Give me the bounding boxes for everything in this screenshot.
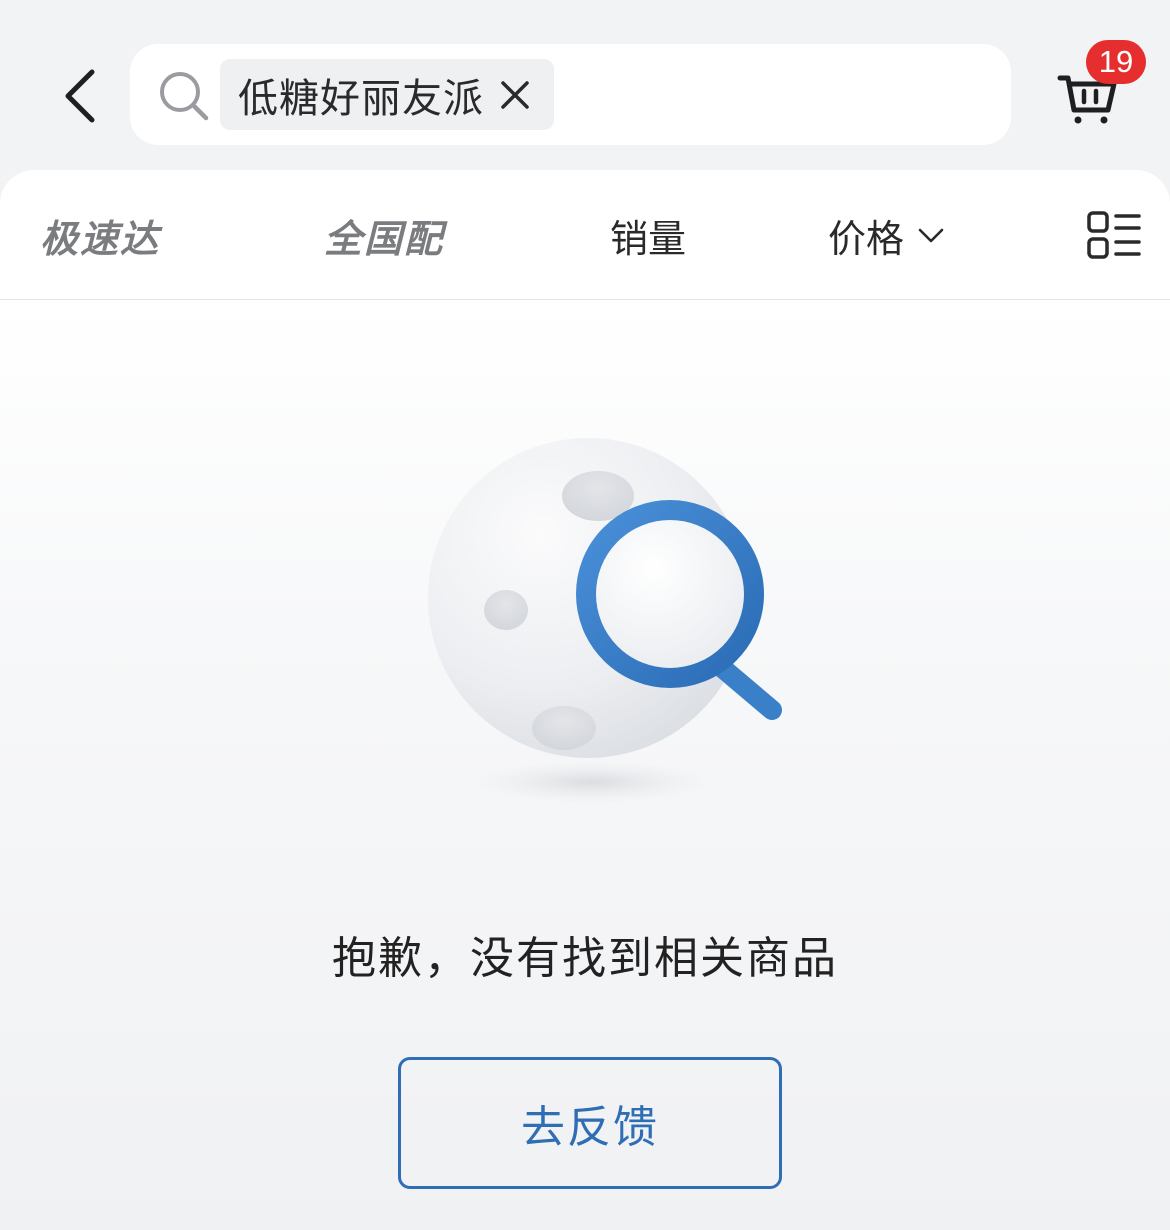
search-query-chip[interactable]: 低糖好丽友派 bbox=[220, 59, 554, 130]
tab-price-label: 价格 bbox=[828, 216, 905, 261]
tab-national-delivery[interactable]: 全国配 bbox=[324, 170, 444, 300]
filter-bar: 极速达 全国配 销量 价格 bbox=[0, 170, 1170, 300]
empty-message: 抱歉，没有找到相关商品 bbox=[332, 933, 838, 984]
empty-state: 抱歉，没有找到相关商品 去反馈 bbox=[0, 300, 1170, 1230]
close-icon[interactable] bbox=[498, 78, 532, 112]
search-icon bbox=[160, 72, 209, 121]
tab-price[interactable]: 价格 bbox=[828, 170, 946, 300]
top-bar: 低糖好丽友派 19 bbox=[0, 0, 1170, 170]
search-query-text: 低糖好丽友派 bbox=[238, 75, 484, 122]
cart-count-badge: 19 bbox=[1086, 40, 1146, 84]
tab-speedy-delivery[interactable]: 极速达 bbox=[40, 170, 160, 300]
search-input[interactable]: 低糖好丽友派 bbox=[130, 44, 1011, 145]
grid-list-toggle-icon[interactable] bbox=[1086, 210, 1142, 260]
moon-magnifier-illustration bbox=[428, 438, 782, 804]
tab-sales[interactable]: 销量 bbox=[610, 170, 686, 300]
back-button[interactable] bbox=[48, 60, 112, 132]
feedback-button[interactable]: 去反馈 bbox=[398, 1057, 782, 1189]
chevron-down-icon bbox=[918, 228, 944, 243]
chevron-left-icon bbox=[65, 69, 95, 123]
